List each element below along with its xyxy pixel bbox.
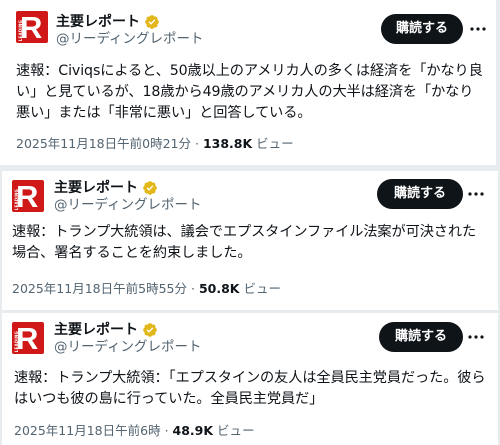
post-text: 速報：トランプ大統領：「エプスタインの友人は全員民主党員だった。彼らはいつも彼の… (14, 370, 486, 407)
views-count: 138.8K (202, 136, 253, 151)
author-handle[interactable]: @リーディングレポート (54, 197, 202, 213)
views-label: ビュー (243, 281, 281, 296)
avatar-logo-letter: R (16, 322, 39, 354)
more-horizontal-icon[interactable] (469, 20, 487, 38)
meta-separator: · (164, 423, 169, 438)
verified-badge-icon (145, 15, 159, 29)
post-text: 速報：Civiqsによると、50歳以上のアメリカ人の多くは経済を「かなり良い」と… (16, 63, 483, 121)
more-horizontal-icon[interactable] (467, 328, 485, 346)
author-row: 主要レポート (54, 321, 158, 339)
avatar-logo-letter: R (16, 180, 39, 212)
avatar-logo-subtext: LEADING (14, 188, 19, 210)
post-timestamp[interactable]: 2025年11月18日午前5時55分 (12, 281, 187, 296)
post-text: 速報：トランプ大統領は、議会でエプスタインファイル法案が可決された場合、署名する… (12, 224, 477, 261)
more-horizontal-icon[interactable] (467, 185, 485, 203)
verified-badge-icon (143, 181, 157, 195)
author-name[interactable]: 主要レポート (54, 179, 138, 197)
post-card[interactable]: R LEADING 主要レポート @リーディングレポート 購読する 速報：トラン… (2, 171, 498, 310)
subscribe-button[interactable]: 購読する (381, 14, 463, 44)
views-label: ビュー (256, 136, 294, 151)
avatar-logo-letter: R (20, 11, 43, 43)
avatar[interactable]: R LEADING (12, 180, 44, 212)
author-handle[interactable]: @リーディングレポート (54, 339, 202, 355)
author-handle[interactable]: @リーディングレポート (56, 31, 204, 47)
avatar-logo-subtext: LEADING (18, 19, 23, 41)
verified-badge-icon (143, 323, 157, 337)
author-name[interactable]: 主要レポート (54, 321, 138, 339)
author-name[interactable]: 主要レポート (56, 13, 140, 31)
avatar[interactable]: R LEADING (12, 322, 44, 354)
post-meta: 2025年11月18日午前5時55分 · 50.8K ビュー (12, 281, 281, 297)
post-timestamp[interactable]: 2025年11月18日午前0時21分 (16, 136, 191, 151)
post-card[interactable]: R LEADING 主要レポート @リーディングレポート 購読する 速報：トラン… (2, 313, 498, 445)
post-card[interactable]: R LEADING 主要レポート @リーディングレポート 購読する 速報：Civ… (0, 0, 496, 165)
views-label: ビュー (217, 423, 255, 438)
subscribe-button[interactable]: 購読する (379, 322, 463, 352)
avatar-logo-subtext: LEADING (14, 330, 19, 352)
meta-separator: · (194, 136, 199, 151)
author-row: 主要レポート (54, 179, 158, 197)
avatar[interactable]: R LEADING (16, 11, 48, 43)
views-count: 48.9K (172, 423, 214, 438)
meta-separator: · (190, 281, 195, 296)
views-count: 50.8K (198, 281, 240, 296)
author-row: 主要レポート (56, 13, 160, 31)
post-meta: 2025年11月18日午前0時21分 · 138.8K ビュー (16, 136, 294, 152)
subscribe-button[interactable]: 購読する (377, 179, 463, 209)
post-meta: 2025年11月18日午前6時 · 48.9K ビュー (14, 423, 255, 439)
post-timestamp[interactable]: 2025年11月18日午前6時 (14, 423, 161, 438)
